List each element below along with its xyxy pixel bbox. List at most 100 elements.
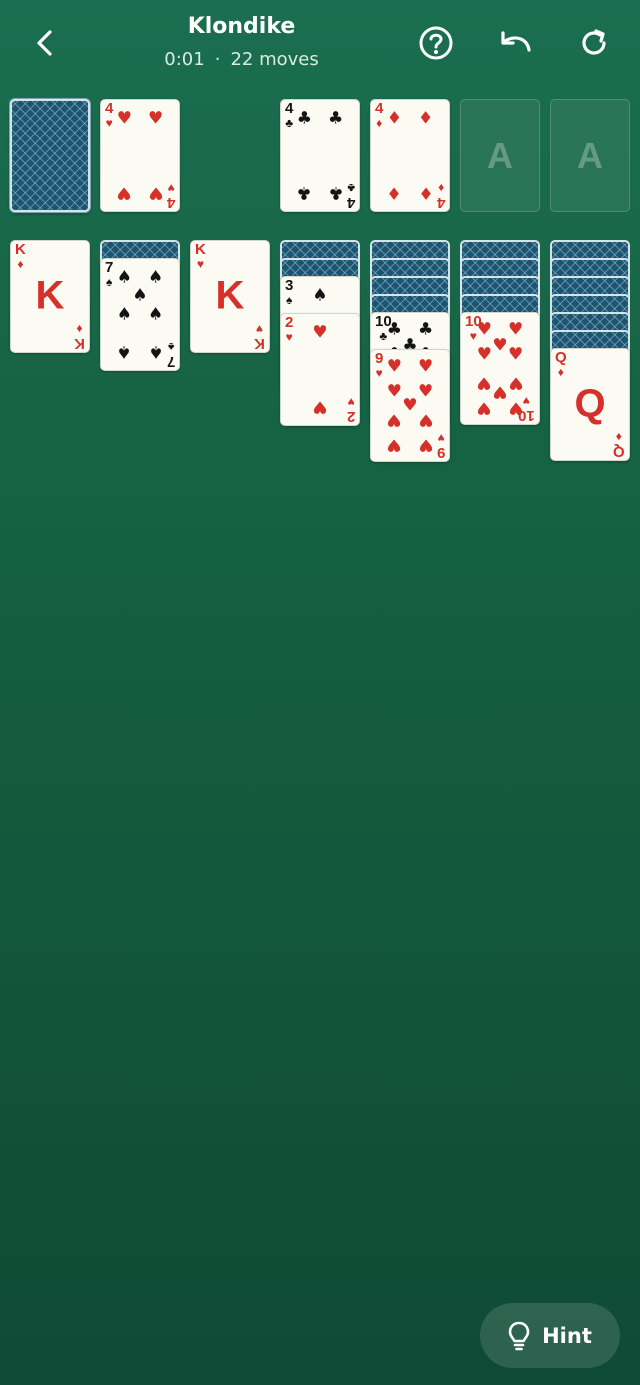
tableau-card[interactable]: K ♦ K ♦ K: [10, 240, 90, 353]
card-index-bottom: 4 ♣: [346, 181, 355, 211]
suit-pip: ♥: [476, 344, 493, 365]
card-suit: ♥: [375, 366, 383, 380]
card-rank: 4: [346, 194, 355, 211]
help-icon: [419, 26, 453, 60]
card-suit: ♥: [105, 116, 113, 130]
suit-pip: ♣: [327, 108, 344, 129]
suit-pip: ♣: [327, 182, 344, 203]
card-index-top: Q ♦: [555, 350, 567, 379]
tableau-card[interactable]: Q ♦ Q ♦ Q: [550, 348, 630, 461]
foundation-slot-4[interactable]: A: [550, 99, 630, 212]
suit-pip: ♦: [417, 108, 434, 129]
card-rank: 4: [375, 100, 384, 117]
suit-pip: ♦: [386, 182, 403, 203]
card-index-top: 4 ♣: [285, 101, 293, 130]
suit-pip: ♣: [296, 108, 313, 129]
foundation-pile-2[interactable]: 4 ♦ 4 ♦ ♦ ♦ ♦ ♦: [370, 99, 450, 212]
suit-pip: ♥: [402, 395, 418, 415]
card-suit: ♦: [376, 116, 383, 130]
suit-pip: ♠: [147, 304, 164, 324]
suit-pip: ♠: [132, 285, 148, 306]
card-index-bottom: 4 ♥: [166, 181, 175, 211]
tableau-card[interactable]: 2 ♥ 2 ♥ ♥ ♥: [280, 313, 360, 426]
card-rank: 7: [166, 353, 175, 370]
undo-button[interactable]: [490, 18, 540, 68]
restart-button[interactable]: [569, 18, 619, 68]
card-rank: 3: [285, 277, 294, 294]
face-card-letter: K: [35, 273, 65, 318]
foundation-slot-3[interactable]: A: [460, 99, 540, 212]
hint-button[interactable]: Hint: [480, 1303, 620, 1368]
suit-pip: ♠: [312, 285, 328, 306]
card-suit: ♦: [76, 322, 83, 336]
card-rank: 4: [166, 194, 175, 211]
waste-card[interactable]: 4 ♥ 4 ♥ ♥ ♥ ♥ ♥: [100, 99, 180, 212]
card-index-bottom: 7 ♠: [166, 340, 175, 370]
card-suit: ♥: [285, 330, 293, 344]
card-rank: Q: [613, 443, 625, 460]
card-suit: ♥: [256, 322, 264, 336]
timer: 0:01: [164, 49, 205, 70]
suit-pip: ♥: [386, 381, 403, 402]
card-suit: ♦: [437, 181, 444, 195]
suit-pip: ♠: [116, 341, 133, 362]
suit-pip: ♣: [296, 182, 313, 203]
help-button[interactable]: [411, 18, 461, 68]
card-rank: K: [195, 241, 206, 258]
foundation-placeholder-label: A: [577, 134, 603, 176]
suit-pip: ♠: [147, 341, 164, 362]
suit-pip: ♥: [492, 335, 508, 356]
restart-icon: [582, 29, 606, 55]
card-index-top: 2 ♥: [285, 314, 294, 344]
suit-pip: ♥: [417, 434, 434, 455]
card-rank: 2: [285, 314, 294, 331]
card-suit: ♦: [616, 430, 623, 444]
card-index-top: 4 ♦: [375, 100, 384, 130]
suit-pip: ♥: [476, 372, 493, 393]
suit-pip: ♥: [507, 397, 524, 418]
card-index-top: 7 ♠: [105, 259, 114, 289]
suit-pip: ♥: [476, 397, 493, 418]
foundation-pile-1[interactable]: 4 ♣ 4 ♣ ♣ ♣ ♣ ♣: [280, 99, 360, 212]
tableau-card[interactable]: 10 ♥ 10 ♥ ♥ ♥ ♥ ♥ ♥ ♥ ♥ ♥ ♥ ♥: [460, 312, 540, 425]
hint-label: Hint: [542, 1323, 592, 1348]
stock-pile[interactable]: [10, 99, 90, 212]
tableau-card[interactable]: 7 ♠ 7 ♠ ♠ ♠ ♠ ♠ ♠ ♠ ♠: [100, 258, 180, 371]
suit-pip: ♥: [116, 182, 133, 203]
card-index-bottom: 2 ♥: [347, 395, 355, 425]
suit-pip: ♠: [116, 267, 133, 288]
card-rank: 4: [436, 194, 445, 211]
card-suit: ♠: [105, 275, 113, 289]
card-suit: ♥: [167, 181, 175, 195]
suit-pip: ♠: [116, 304, 133, 324]
card-rank: K: [74, 335, 85, 352]
suit-pip: ♥: [417, 381, 434, 402]
suit-pip: ♥: [386, 356, 403, 377]
card-index-top: K ♦: [15, 242, 26, 271]
suit-pip: ♦: [386, 108, 403, 129]
suit-pip: ♥: [116, 108, 133, 129]
status-separator: ·: [214, 49, 221, 70]
suit-pip: ♥: [147, 108, 164, 129]
undo-icon: [501, 31, 531, 52]
card-rank: 7: [105, 259, 114, 276]
card-suit: ♦: [557, 365, 564, 379]
suit-pip: ♥: [386, 409, 403, 430]
card-index-top: K ♥: [195, 241, 206, 271]
suit-pip: ♣: [386, 319, 403, 340]
tableau-card[interactable]: 9 ♥ 9 ♥ ♥ ♥ ♥ ♥ ♥ ♥ ♥ ♥ ♥: [370, 349, 450, 462]
tableau-card[interactable]: K ♥ K ♥ K: [190, 240, 270, 353]
card-suit: ♥: [347, 395, 355, 409]
card-index-bottom: 9 ♥: [437, 431, 445, 461]
card-suit: ♦: [17, 257, 24, 271]
suit-pip: ♥: [417, 356, 434, 377]
header: Klondike 0:01 · 22 moves: [0, 0, 640, 85]
suit-pip: ♥: [507, 319, 524, 340]
suit-pip: ♥: [476, 319, 493, 340]
suit-pip: ♥: [386, 434, 403, 455]
card-index-bottom: Q ♦: [613, 430, 625, 460]
card-suit: ♥: [437, 431, 445, 445]
card-rank: 4: [105, 100, 114, 117]
card-index-top: 4 ♥: [105, 100, 114, 130]
face-card-letter: Q: [574, 381, 606, 426]
